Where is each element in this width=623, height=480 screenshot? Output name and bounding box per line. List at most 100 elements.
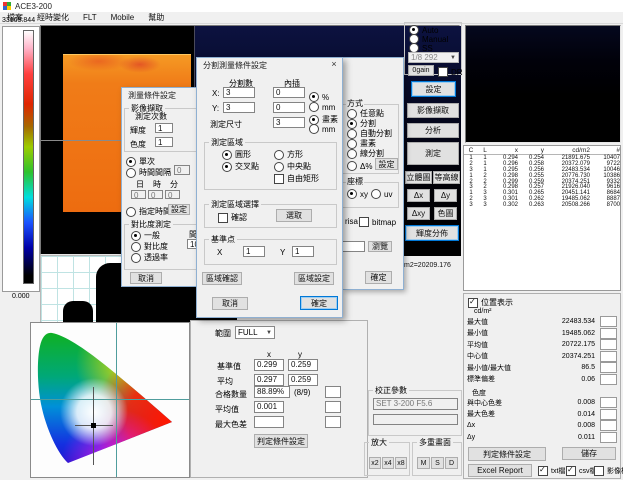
area-set-button[interactable]: 區域設定 bbox=[294, 272, 334, 285]
dr-checkbox[interactable]: DR bbox=[438, 67, 463, 77]
luminance-dist-button[interactable]: 輝度分佈 bbox=[405, 225, 459, 241]
size-field[interactable]: 3 bbox=[273, 117, 305, 128]
stat-box[interactable] bbox=[600, 432, 617, 443]
stat-box[interactable] bbox=[600, 397, 617, 408]
pick-button[interactable]: 選取 bbox=[276, 209, 312, 222]
stat-box[interactable] bbox=[600, 316, 617, 327]
settings-button[interactable]: 設定 bbox=[411, 81, 456, 97]
base-y-field[interactable]: 1 bbox=[292, 246, 314, 257]
save-button[interactable]: 儲存 bbox=[562, 447, 616, 460]
free-rect-checkbox[interactable]: 自由矩形 bbox=[274, 173, 319, 184]
contour-button[interactable]: 等高線 bbox=[433, 171, 460, 184]
multi-m-button[interactable]: M bbox=[417, 457, 430, 469]
area-confirm-button[interactable]: 區域確認 bbox=[202, 272, 242, 285]
multi-d-button[interactable]: D bbox=[445, 457, 458, 469]
split-ok-button[interactable]: 確定 bbox=[300, 296, 338, 310]
maxdiff-field[interactable] bbox=[254, 416, 284, 428]
chroma-count-field[interactable]: 1 bbox=[155, 137, 173, 147]
stat-box[interactable] bbox=[600, 328, 617, 339]
delta-xy-button[interactable]: Δxy bbox=[407, 207, 430, 220]
delta-pct-radio[interactable]: Δ% bbox=[347, 161, 372, 171]
results-table[interactable]: CL xy cd/m2# 11 0.2940.254 21891.6751040… bbox=[463, 145, 621, 291]
aux-box-2[interactable] bbox=[325, 401, 341, 413]
interval-radio[interactable]: 時間間隔 bbox=[126, 167, 171, 178]
menu-item[interactable]: Mobile bbox=[104, 13, 142, 22]
method-set-button[interactable]: 設定 bbox=[375, 158, 398, 170]
day-field[interactable]: 0 bbox=[131, 190, 146, 199]
menu-item[interactable]: 幫助 bbox=[141, 12, 171, 23]
stat-box[interactable] bbox=[600, 409, 617, 420]
live-view-panel[interactable] bbox=[465, 25, 621, 143]
stat-box[interactable] bbox=[600, 374, 617, 385]
bitmap-checkbox[interactable]: bitmap bbox=[359, 217, 396, 227]
uv-radio[interactable]: uv bbox=[371, 189, 392, 199]
xy-radio[interactable]: xy bbox=[347, 189, 368, 199]
div-x-field[interactable]: 3 bbox=[223, 87, 255, 98]
ref-x-field[interactable]: 0.299 bbox=[254, 359, 284, 371]
analyze-button[interactable]: 分析 bbox=[407, 123, 459, 138]
center-point-radio[interactable]: 中央點 bbox=[274, 161, 311, 172]
percent-radio[interactable]: % bbox=[309, 92, 329, 102]
excel-report-button[interactable]: Excel Report bbox=[468, 464, 532, 477]
stat-box[interactable] bbox=[600, 420, 617, 431]
stat-box[interactable] bbox=[600, 351, 617, 362]
avg-x-field[interactable]: 0.297 bbox=[254, 374, 284, 386]
base-x-field[interactable]: 1 bbox=[243, 246, 265, 257]
cross-point-radio[interactable]: 交叉點 bbox=[222, 161, 259, 172]
hour-field[interactable]: 0 bbox=[148, 190, 163, 199]
single-radio[interactable]: 單次 bbox=[126, 156, 155, 167]
measure-cancel-button[interactable]: 取消 bbox=[130, 272, 162, 284]
judge-condition-button[interactable]: 判定條件設定 bbox=[254, 434, 308, 448]
stat-box[interactable] bbox=[600, 339, 617, 350]
minute-field[interactable]: 0 bbox=[165, 190, 180, 199]
mm-radio[interactable]: mm bbox=[309, 102, 335, 112]
timed-radio[interactable]: 指定時間 bbox=[126, 206, 171, 217]
table-row[interactable]: 33 0.3020.263 20508.2668700 bbox=[464, 202, 620, 208]
txt-file-checkbox[interactable]: txt檔 bbox=[538, 466, 565, 476]
interp-x-field[interactable]: 0 bbox=[273, 87, 305, 98]
capture-button[interactable]: 影像擷取 bbox=[407, 103, 459, 118]
split-cancel-button[interactable]: 取消 bbox=[212, 297, 248, 310]
cie-panel[interactable] bbox=[30, 322, 190, 478]
mm-unit-radio[interactable]: mm bbox=[309, 124, 335, 134]
aux-box-1[interactable] bbox=[325, 386, 341, 398]
ref-y-field[interactable]: 0.259 bbox=[288, 359, 318, 371]
color-map-button[interactable]: 色圖 bbox=[434, 207, 457, 220]
csv-file-checkbox[interactable]: csv檔 bbox=[566, 466, 597, 476]
transmit-radio[interactable]: 透過率 bbox=[131, 252, 168, 263]
delta-x-button[interactable]: Δx bbox=[407, 189, 430, 202]
normal-radio[interactable]: 一般 bbox=[131, 230, 160, 241]
lum-count-field[interactable]: 1 bbox=[155, 123, 173, 133]
file-path-field[interactable] bbox=[343, 241, 365, 252]
menu-item[interactable]: FLT bbox=[76, 13, 104, 22]
multi-s-button[interactable]: S bbox=[431, 457, 444, 469]
method-ok-button[interactable]: 確定 bbox=[365, 271, 392, 284]
avg-y-field[interactable]: 0.259 bbox=[288, 374, 318, 386]
delta-y-button[interactable]: Δy bbox=[434, 189, 457, 202]
measure-button[interactable]: 測定 bbox=[407, 142, 459, 165]
div-y-field[interactable]: 3 bbox=[223, 102, 255, 113]
stereo-button[interactable]: 立體圖 bbox=[405, 171, 432, 184]
interval-field[interactable]: 0 bbox=[174, 165, 190, 175]
mean-field[interactable]: 0.001 bbox=[254, 401, 284, 413]
image-file-checkbox[interactable]: 影像檔 bbox=[594, 466, 623, 476]
aux-box-3[interactable] bbox=[325, 416, 341, 428]
zoom-x2-button[interactable]: x2 bbox=[369, 457, 381, 469]
position-display-checkbox[interactable]: 位置表示 bbox=[468, 297, 513, 308]
interp-y-field[interactable]: 0 bbox=[273, 102, 305, 113]
close-icon[interactable]: × bbox=[327, 59, 341, 69]
circle-radio[interactable]: 圓形 bbox=[222, 149, 251, 160]
zoom-x4-button[interactable]: x4 bbox=[382, 457, 394, 469]
range-dropdown[interactable]: FULL▼ bbox=[235, 326, 275, 339]
confirm-checkbox[interactable]: 確認 bbox=[218, 212, 247, 223]
square-radio[interactable]: 方形 bbox=[274, 149, 303, 160]
browse-button[interactable]: 瀏覽 bbox=[368, 241, 392, 252]
stats-judge-button[interactable]: 判定條件設定 bbox=[468, 447, 546, 461]
pass-count-field[interactable]: 88.89% bbox=[254, 386, 290, 398]
stat-box[interactable] bbox=[600, 362, 617, 373]
zoom-x8-button[interactable]: x8 bbox=[395, 457, 407, 469]
contrast-radio[interactable]: 對比度 bbox=[131, 241, 168, 252]
shutter-dropdown[interactable]: 1/8 292▼ bbox=[408, 52, 459, 63]
zero-gain-button[interactable]: 0gain bbox=[408, 65, 434, 76]
time-set-button[interactable]: 設定 bbox=[168, 204, 190, 215]
